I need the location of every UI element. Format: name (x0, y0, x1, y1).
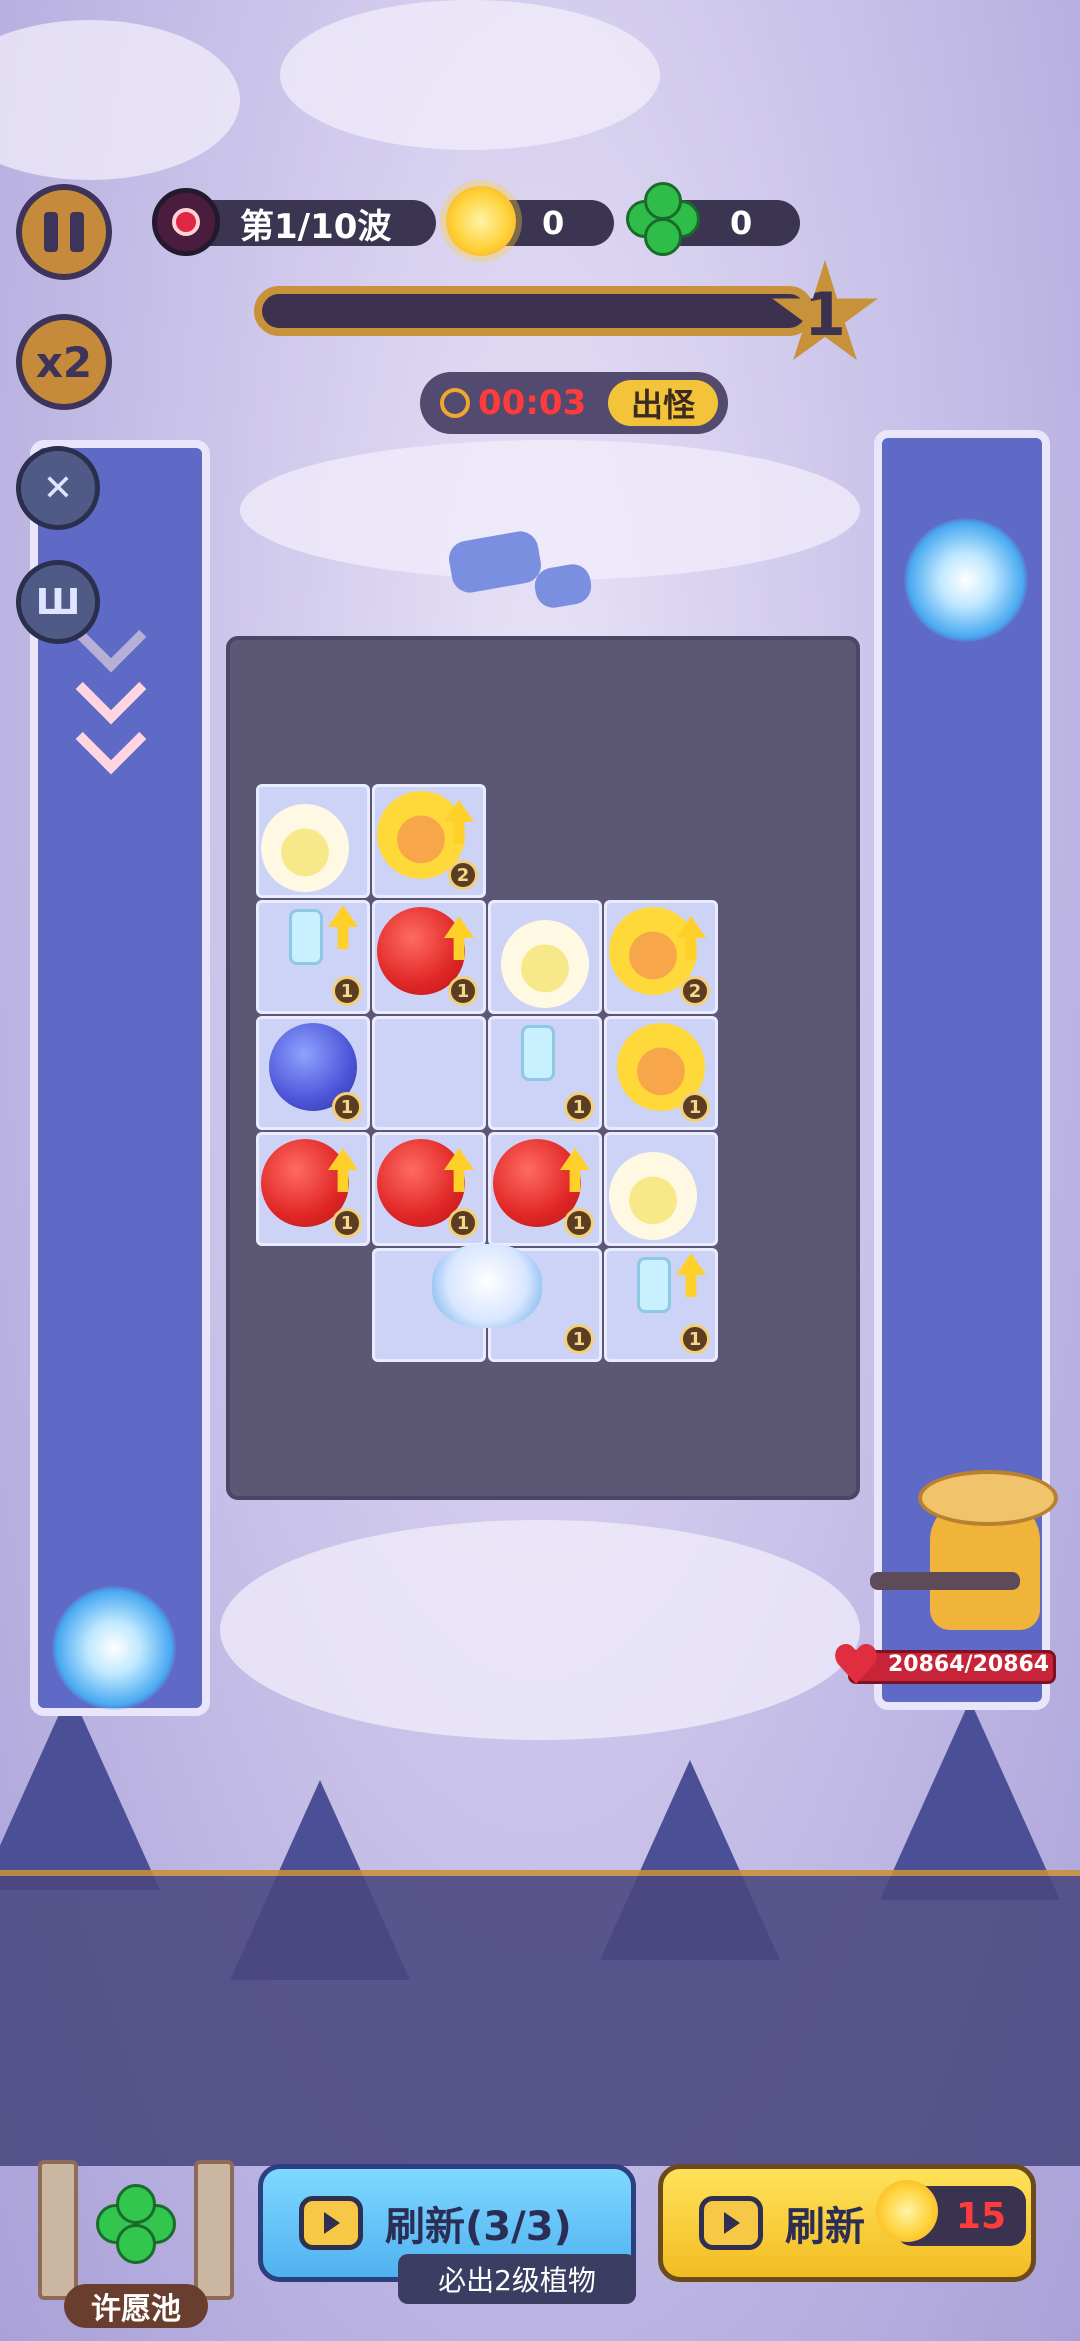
clover-count: 0 (730, 204, 753, 242)
pause-icon (44, 212, 84, 252)
wave-counter: 第1/10波 (152, 188, 436, 256)
plant-level-badge: 1 (332, 1208, 362, 1238)
spawn-monster-button[interactable]: 出怪 (608, 380, 718, 426)
plant-stem (289, 909, 323, 965)
flower-white-plant (261, 804, 349, 892)
pillar-left (38, 2160, 78, 2300)
plant-slot-flower-white[interactable]: 1 (488, 900, 602, 1130)
timer-pill: 00:03 出怪 (420, 372, 728, 434)
speed-button[interactable]: x2 (16, 314, 112, 410)
plant-slot-tomato[interactable]: 1 (256, 1132, 370, 1246)
speed-label: x2 (35, 337, 93, 387)
wish-pool-label: 许愿池 (64, 2284, 208, 2328)
clover-icon (626, 182, 702, 258)
refresh-cost: 15 (955, 2195, 1006, 2237)
game-scene: x2 第1/10波 0 0 1 00:03 出怪 ✕ Ш 1 2 1 1 2 1 1 1 1 1 1… (0, 0, 1080, 2341)
demon-eye-icon (152, 188, 220, 256)
plant-slot-flower-yellow[interactable]: 1 (604, 1016, 718, 1130)
wish-pool-button[interactable]: 许愿池 (38, 2160, 234, 2330)
plant-level-badge: 1 (564, 1324, 594, 1354)
plant-slot-flower-yellow[interactable]: 2 (372, 784, 486, 898)
video-ad-icon (299, 2196, 363, 2250)
plant-slot-tomato[interactable]: 1 (372, 900, 486, 1014)
plant-slot-flower-white[interactable]: 1 (604, 1132, 718, 1362)
refresh-paid-label: 刷新 (785, 2204, 865, 2250)
snow-patch (280, 0, 660, 150)
hero-hat (918, 1470, 1058, 1526)
clock-icon (440, 388, 470, 418)
hero-hp-text: 20864/20864 (888, 1652, 1050, 1677)
plant-stem (521, 1025, 555, 1081)
lotus-plant (432, 1244, 542, 1328)
plant-slot-blueberry[interactable]: 1 (256, 1016, 370, 1130)
plant-stem (637, 1257, 671, 1313)
plant-level-badge: 1 (564, 1208, 594, 1238)
plant-level-badge: 1 (680, 1324, 710, 1354)
portal-top-right (904, 518, 1028, 642)
plant-slot-lotus[interactable]: 1 (372, 1244, 602, 1362)
upgrade-arrow-icon (328, 905, 358, 949)
plant-level-badge: 2 (680, 976, 710, 1006)
snow-patch (240, 440, 860, 580)
sun-icon (446, 186, 516, 256)
plant-level-badge: 1 (680, 1092, 710, 1122)
level-number: 1 (804, 280, 846, 350)
sun-count: 0 (542, 204, 565, 242)
flower-white-plant (501, 920, 589, 1008)
wave-progress-bar (254, 286, 814, 336)
plant-level-badge: 1 (448, 1208, 478, 1238)
plant-level-badge: 1 (332, 976, 362, 1006)
plant-slot-tomato[interactable]: 1 (488, 1132, 602, 1246)
pine-tree (0, 1690, 160, 1890)
refresh-free-label: 刷新(3/3) (385, 2204, 572, 2250)
portal-bottom-left (52, 1586, 176, 1710)
plant-level-badge: 1 (564, 1092, 594, 1122)
board-cell[interactable] (372, 1016, 486, 1130)
snow-patch (220, 1520, 860, 1740)
countdown-timer: 00:03 (478, 383, 587, 423)
sun-icon (876, 2180, 938, 2242)
plant-slot-flower-yellow[interactable]: 2 (604, 900, 718, 1014)
snow-patch (0, 20, 240, 180)
plant-slot-tomato[interactable]: 1 (372, 1132, 486, 1246)
stats-icon[interactable]: Ш (16, 560, 100, 644)
flower-white-plant (609, 1152, 697, 1240)
plant-level-badge: 1 (448, 976, 478, 1006)
battle-log-icon[interactable]: ✕ (16, 446, 100, 530)
bottom-panel (0, 1870, 1080, 2166)
upgrade-arrow-icon (676, 1253, 706, 1297)
plant-slot-flower-white[interactable]: 1 (256, 784, 370, 1014)
clover-icon (96, 2184, 176, 2264)
pause-button[interactable] (16, 184, 112, 280)
refresh-free-subtitle: 必出2级植物 (398, 2254, 636, 2304)
pillar-right (194, 2160, 234, 2300)
hero-shotgun (870, 1572, 1020, 1590)
plant-level-badge: 2 (448, 860, 478, 890)
video-ad-icon (699, 2196, 763, 2250)
plant-level-badge: 1 (332, 1092, 362, 1122)
